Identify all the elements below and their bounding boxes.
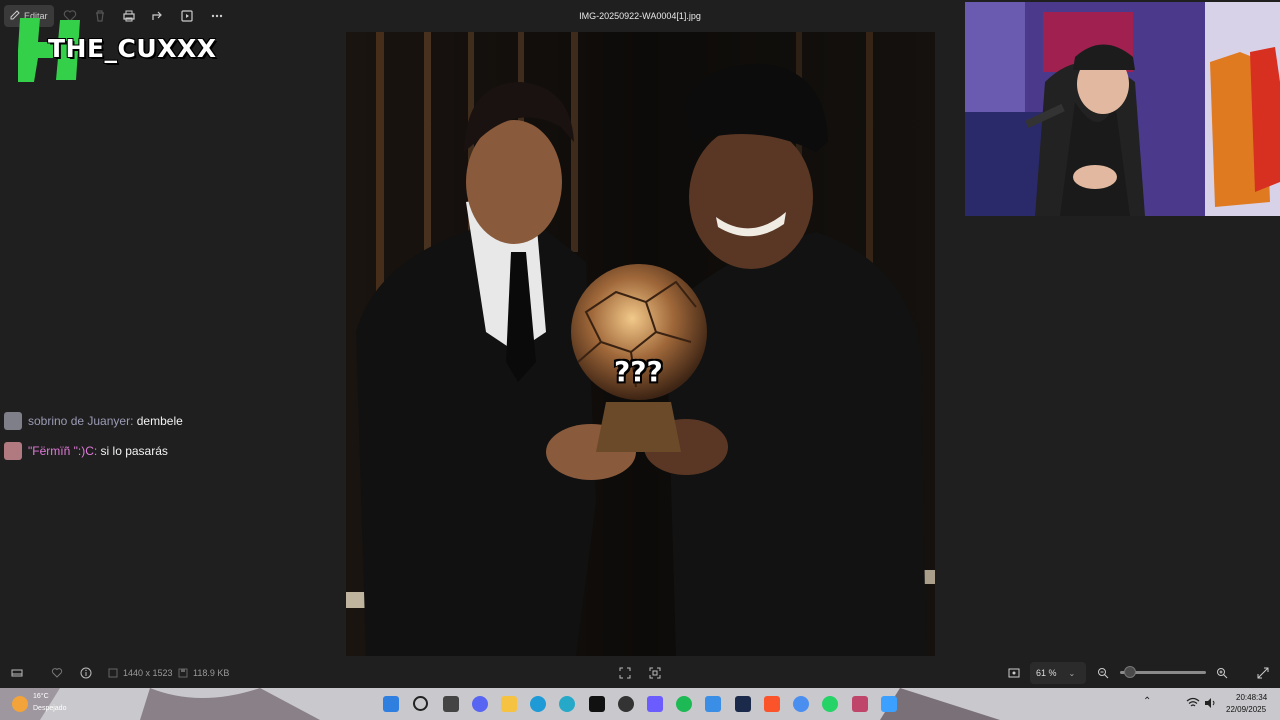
zoom-out-icon	[1098, 668, 1109, 679]
file-explorer-icon[interactable]	[501, 696, 517, 712]
edge-beta-icon[interactable]	[559, 696, 575, 712]
chat-message: "Fërmïñ ":)C: si lo pasarás	[4, 441, 168, 461]
fit-icon	[619, 667, 631, 679]
edge-icon[interactable]	[530, 696, 546, 712]
info-button[interactable]	[80, 660, 92, 686]
chat-message: sobrino de Juanyer: dembele	[4, 411, 183, 431]
discord-icon[interactable]	[472, 696, 488, 712]
image-dimensions: 1440 x 1523	[108, 660, 173, 686]
file-size-text: 118.9 KB	[193, 668, 230, 678]
app-icon[interactable]	[647, 696, 663, 712]
app-blue-icon[interactable]	[881, 696, 897, 712]
weather-temperature: 16°C	[33, 693, 49, 700]
filmstrip-icon	[11, 669, 23, 677]
spotify-icon[interactable]	[676, 696, 692, 712]
wifi-icon[interactable]	[1186, 696, 1202, 712]
file-size: 118.9 KB	[178, 660, 229, 686]
chrome-icon[interactable]	[793, 696, 809, 712]
code-editor-icon[interactable]	[735, 696, 751, 712]
zoom-in-icon	[1217, 668, 1228, 679]
actual-size-icon	[649, 667, 661, 679]
image-size-icon	[108, 668, 118, 678]
app-tf-icon[interactable]	[852, 696, 868, 712]
whatsapp-icon[interactable]	[822, 696, 838, 712]
clock-time[interactable]: 20:48:34	[1236, 693, 1267, 702]
heart-icon	[51, 668, 63, 678]
favorite-status-button[interactable]	[51, 660, 63, 686]
main-photo: ???	[346, 32, 935, 656]
webcam-feed	[965, 2, 1280, 216]
disk-icon	[178, 668, 188, 678]
weather-icon[interactable]	[12, 696, 28, 712]
chat-username: sobrino de Juanyer:	[28, 414, 134, 428]
search-icon[interactable]	[413, 696, 428, 711]
chat-text: dembele	[136, 414, 183, 428]
task-view-icon[interactable]	[443, 696, 459, 712]
obs-icon[interactable]	[618, 696, 634, 712]
zoom-slider-handle[interactable]	[1124, 666, 1136, 678]
fit-to-window-button[interactable]	[619, 660, 631, 686]
start-icon[interactable]	[383, 696, 399, 712]
volume-icon[interactable]	[1203, 696, 1219, 712]
wallpaper-strip-icon	[0, 688, 1280, 720]
chevron-up-icon[interactable]: ⌃	[1143, 696, 1159, 712]
filmstrip-button[interactable]	[11, 660, 23, 686]
store-icon[interactable]	[705, 696, 721, 712]
dimensions-text: 1440 x 1523	[123, 668, 173, 678]
expand-icon	[1257, 667, 1269, 679]
zoom-level: 61 %	[1036, 668, 1057, 678]
zoom-out-button[interactable]	[1097, 660, 1109, 686]
fullscreen-button[interactable]	[1257, 660, 1269, 686]
avatar	[4, 442, 22, 460]
screen-fit-icon	[1008, 668, 1020, 678]
weather-description: Despejado	[33, 705, 67, 712]
zoom-in-button[interactable]	[1216, 660, 1228, 686]
info-icon	[80, 667, 92, 679]
actual-size-button[interactable]	[649, 660, 661, 686]
screen-fit-button[interactable]	[1008, 660, 1020, 686]
chat-username: "Fërmïñ ":)C:	[28, 444, 98, 458]
tiktok-icon[interactable]	[589, 696, 605, 712]
channel-logo: THE_CUXXX	[18, 18, 228, 84]
chevron-down-icon: ⌄	[1068, 668, 1076, 678]
avatar	[4, 412, 22, 430]
image-caption: ???	[614, 355, 663, 388]
zoom-select[interactable]: 61 % ⌄	[1030, 662, 1086, 684]
channel-name: THE_CUXXX	[48, 34, 217, 63]
chat-text: si lo pasarás	[100, 444, 168, 458]
brave-icon[interactable]	[764, 696, 780, 712]
taskbar: ⌃	[0, 688, 1280, 720]
clock-date[interactable]: 22/09/2025	[1226, 705, 1266, 714]
